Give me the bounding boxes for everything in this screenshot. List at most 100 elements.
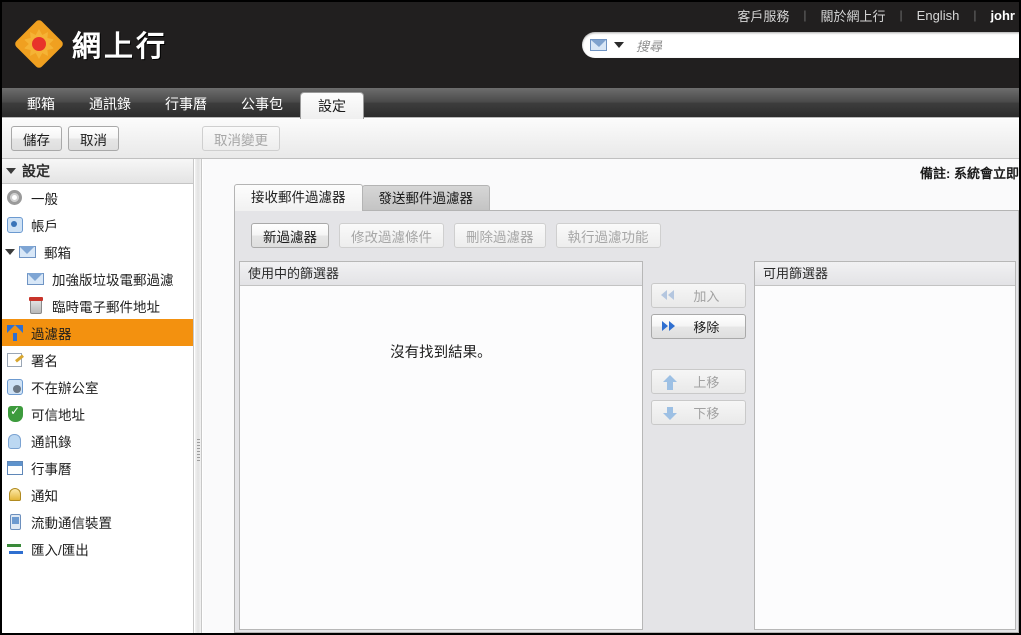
save-button[interactable]: 儲存	[11, 126, 62, 151]
tab-incoming-filters[interactable]: 接收郵件過濾器	[234, 184, 363, 211]
settings-sidebar: 設定 一般 帳戶 郵箱 加強版垃圾電郵過濾 臨時電子郵件地址 過濾器 署名 不在…	[2, 159, 194, 633]
brand-logo[interactable]: 網上行	[13, 18, 168, 70]
search-input[interactable]: 搜尋	[636, 36, 662, 55]
sidebar-item-mail[interactable]: 郵箱	[2, 238, 193, 265]
sidebar-item-spam-filter[interactable]: 加強版垃圾電郵過濾	[2, 265, 193, 292]
sidebar-item-address-book[interactable]: 通訊錄	[2, 427, 193, 454]
link-english[interactable]: English	[903, 8, 974, 23]
calendar-icon	[6, 459, 24, 477]
splitter-grip-icon[interactable]	[197, 439, 200, 461]
filter-tabstrip: 接收郵件過濾器 發送郵件過濾器	[234, 184, 490, 211]
gear-icon	[6, 189, 24, 207]
triangle-down-icon[interactable]	[6, 168, 16, 174]
move-down-button-label: 下移	[693, 406, 720, 421]
remove-button-label: 移除	[693, 320, 720, 335]
available-filters-header: 可用篩選器	[755, 262, 1015, 286]
sidebar-item-signature[interactable]: 署名	[2, 346, 193, 373]
envelope-icon	[27, 270, 45, 288]
sidebar-item-filters[interactable]: 過濾器	[2, 319, 193, 346]
envelope-icon	[19, 243, 37, 261]
chevron-right-double-icon	[658, 321, 682, 332]
sidebar-title: 設定	[22, 162, 50, 179]
sidebar-item-trusted-addresses[interactable]: 可信地址	[2, 400, 193, 427]
sidebar-item-label: 不在辦公室	[31, 380, 99, 396]
link-customer-service[interactable]: 客戶服務	[723, 6, 803, 25]
available-filters-list[interactable]: 可用篩選器	[754, 261, 1016, 630]
mobile-icon	[6, 513, 24, 531]
nav-tab-contacts[interactable]: 通訊錄	[72, 92, 148, 118]
search-scope-envelope-icon[interactable]	[590, 39, 607, 51]
new-filter-button[interactable]: 新過濾器	[251, 223, 329, 248]
tab-outgoing-filters[interactable]: 發送郵件過濾器	[361, 185, 490, 211]
sidebar-item-label: 臨時電子郵件地址	[52, 299, 160, 315]
triangle-down-icon[interactable]	[5, 248, 15, 255]
sidebar-item-label: 郵箱	[44, 245, 71, 261]
netvigator-diamond-icon	[13, 18, 65, 70]
note-text: 備註: 系統會立即	[920, 166, 1019, 181]
move-down-button: 下移	[650, 400, 746, 425]
sidebar-item-general[interactable]: 一般	[2, 184, 193, 211]
arrow-down-icon	[658, 405, 682, 421]
account-icon	[6, 216, 24, 234]
sidebar-item-label: 匯入/匯出	[31, 542, 89, 558]
filter-lists: 使用中的篩選器 沒有找到結果。 加入 移除 上移 下移 可用篩選器	[239, 261, 1016, 630]
move-up-button: 上移	[650, 369, 746, 394]
link-about-netvigator[interactable]: 關於網上行	[807, 6, 900, 25]
nav-tab-briefcase[interactable]: 公事包	[224, 92, 300, 118]
chevron-left-double-icon	[658, 290, 682, 301]
shield-icon	[6, 404, 24, 423]
sidebar-splitter[interactable]	[195, 159, 202, 633]
move-up-button-label: 上移	[693, 375, 720, 390]
sidebar-item-label: 帳戶	[31, 218, 58, 234]
sidebar-item-accounts[interactable]: 帳戶	[2, 211, 193, 238]
active-filters-empty-text: 沒有找到結果。	[390, 345, 492, 361]
nav-tab-preferences[interactable]: 設定	[300, 92, 364, 119]
link-username[interactable]: johr	[976, 8, 1015, 23]
chevron-down-icon[interactable]	[614, 42, 624, 48]
out-of-office-icon	[6, 378, 24, 396]
application-window: 客戶服務 | 關於網上行 | English | johr 網上行 搜尋 郵箱 …	[0, 0, 1021, 635]
nav-tab-mail[interactable]: 郵箱	[10, 92, 72, 118]
action-toolbar: 儲存 取消 取消變更	[2, 119, 1019, 159]
header-links: 客戶服務 | 關於網上行 | English | johr	[723, 4, 1015, 26]
top-header: 客戶服務 | 關於網上行 | English | johr 網上行 搜尋	[2, 2, 1019, 88]
sidebar-item-label: 通知	[31, 488, 58, 504]
sidebar-item-out-of-office[interactable]: 不在辦公室	[2, 373, 193, 400]
funnel-icon	[6, 324, 24, 342]
import-export-icon	[6, 540, 24, 558]
transfer-button-column: 加入 移除 上移 下移	[643, 261, 754, 630]
trash-icon	[27, 296, 45, 315]
signature-icon	[6, 351, 24, 369]
sidebar-item-label: 加強版垃圾電郵過濾	[52, 272, 174, 288]
sidebar-item-calendar[interactable]: 行事曆	[2, 454, 193, 481]
sidebar-item-label: 可信地址	[31, 407, 85, 423]
active-filters-header: 使用中的篩選器	[240, 262, 642, 286]
run-filter-button: 執行過濾功能	[555, 223, 661, 248]
arrow-up-icon	[658, 374, 682, 390]
sidebar-item-label: 一般	[31, 191, 58, 207]
bell-icon	[6, 486, 24, 504]
filter-action-buttons: 新過濾器 修改過濾條件 刪除過濾器 執行過濾功能	[251, 223, 661, 248]
sidebar-item-label: 流動通信裝置	[31, 515, 112, 531]
sidebar-item-import-export[interactable]: 匯入/匯出	[2, 535, 193, 562]
sidebar-item-label: 通訊錄	[31, 434, 72, 450]
remove-button[interactable]: 移除	[650, 314, 746, 339]
sidebar-item-label: 行事曆	[31, 461, 72, 477]
edit-filter-button: 修改過濾條件	[339, 223, 444, 248]
active-filters-list[interactable]: 使用中的篩選器 沒有找到結果。	[239, 261, 643, 630]
filter-panel: 新過濾器 修改過濾條件 刪除過濾器 執行過濾功能 使用中的篩選器 沒有找到結果。…	[234, 210, 1019, 633]
delete-filter-button: 刪除過濾器	[454, 223, 546, 248]
add-button: 加入	[650, 283, 746, 308]
cancel-button[interactable]: 取消	[68, 126, 119, 151]
sidebar-item-notifications[interactable]: 通知	[2, 481, 193, 508]
main-navigation: 郵箱 通訊錄 行事曆 公事包 設定	[2, 88, 1019, 119]
sidebar-item-mobile-devices[interactable]: 流動通信裝置	[2, 508, 193, 535]
add-button-label: 加入	[693, 289, 720, 304]
search-bar[interactable]: 搜尋	[582, 32, 1019, 58]
sidebar-item-label: 署名	[31, 353, 58, 369]
nav-tab-calendar[interactable]: 行事曆	[148, 92, 224, 118]
contact-icon	[6, 432, 24, 450]
sidebar-item-temp-address[interactable]: 臨時電子郵件地址	[2, 292, 193, 319]
sidebar-item-label: 過濾器	[31, 326, 72, 342]
sidebar-header[interactable]: 設定	[2, 159, 193, 184]
